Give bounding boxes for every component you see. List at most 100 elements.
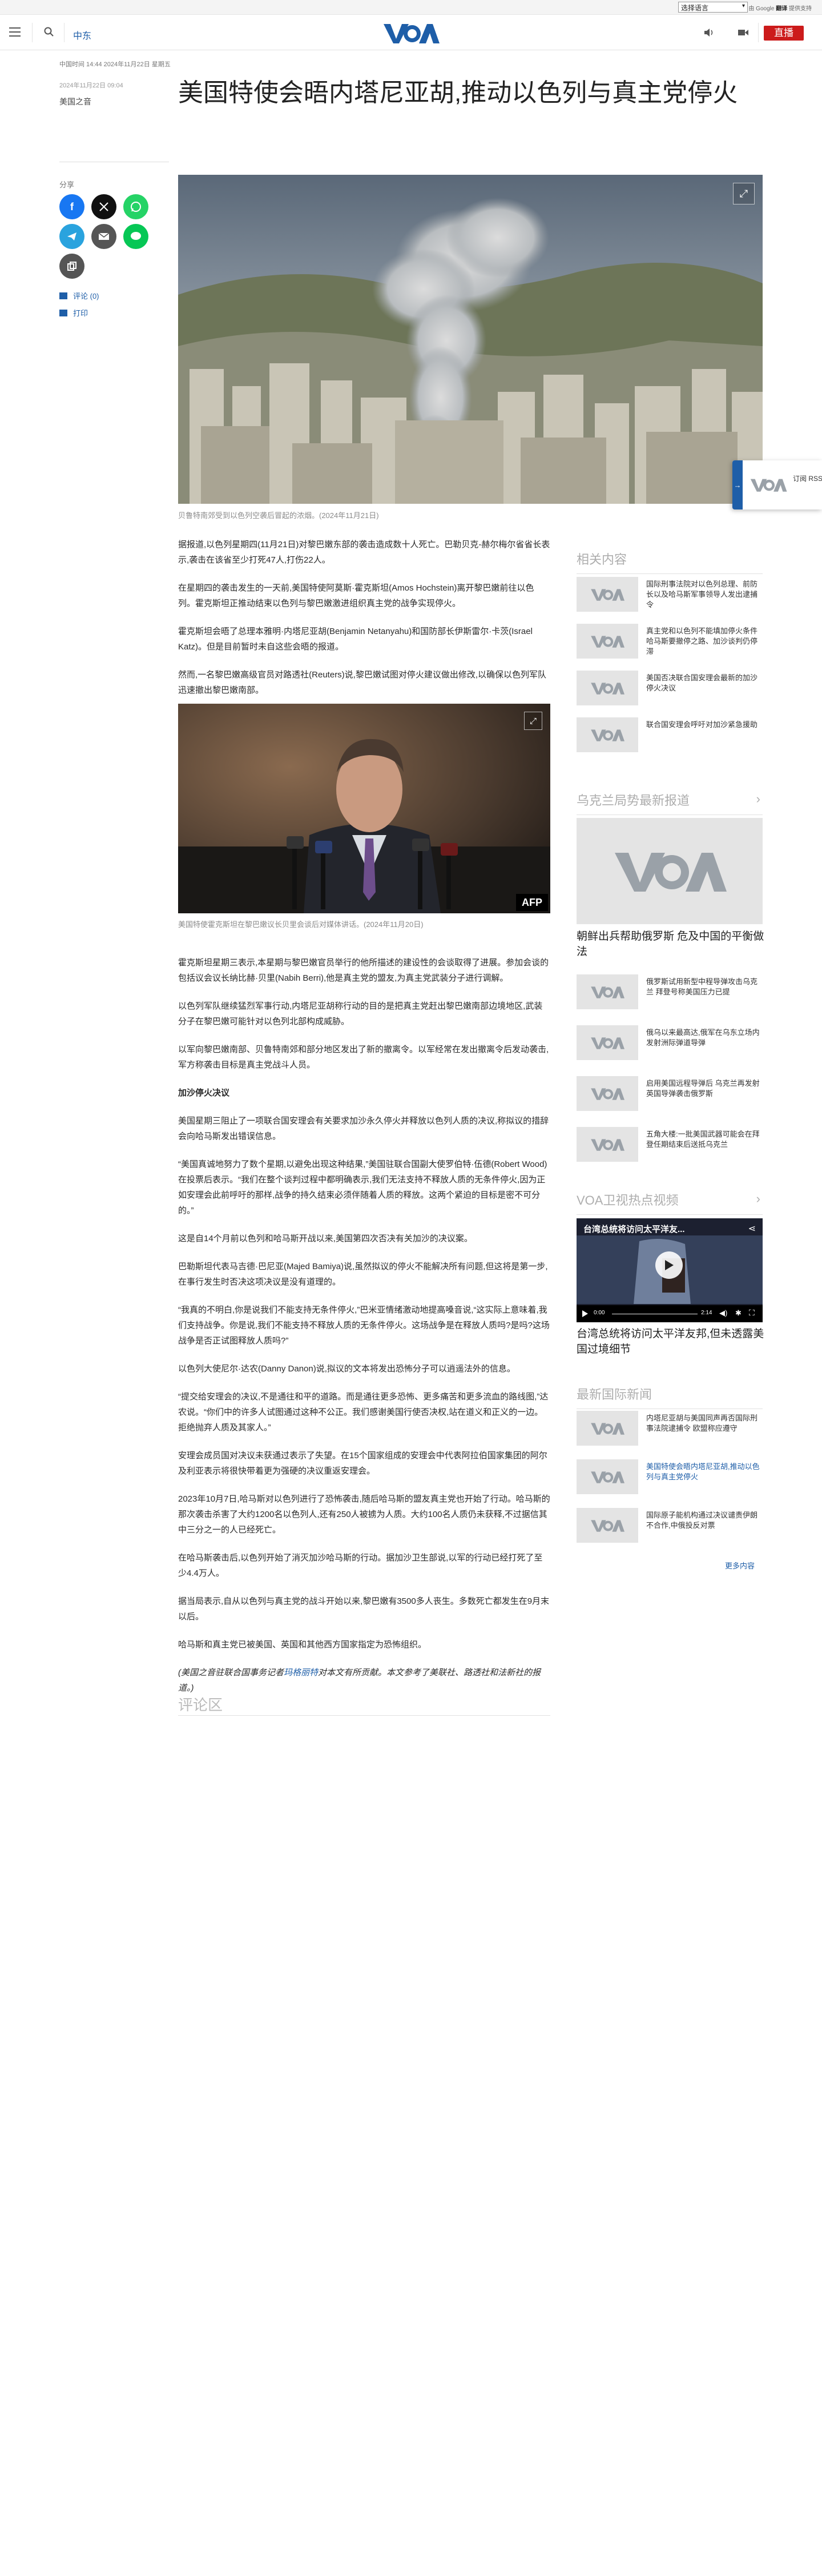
copy-link-button[interactable] (59, 254, 84, 279)
byline-author-link[interactable]: 玛格丽特 (284, 1668, 318, 1678)
paragraph: 然而,一名黎巴嫩高级官员对路透社(Reuters)说,黎巴嫩试图对停火建议做出修… (178, 670, 547, 695)
article-section-b: 霍克斯坦星期三表示,本星期与黎巴嫩官员举行的他所描述的建设性的会谈取得了进展。参… (178, 955, 550, 1073)
inline-photo[interactable]: AFP ⤢ (178, 704, 550, 913)
article-section-c: 美国星期三阻止了一项联合国安理会有关要求加沙永久停火并释放以色列人质的决议,称拟… (178, 1113, 550, 1652)
volume-icon[interactable]: ◀) (719, 1309, 727, 1318)
whatsapp-share-button[interactable] (123, 194, 148, 219)
related-item[interactable]: 美国否决联合国安理会最新的加沙停火决议 (577, 671, 763, 708)
email-share-button[interactable] (91, 224, 116, 249)
ukraine-item[interactable]: 启用美国远程导弹后 乌克兰再发射英国导弹袭击俄罗斯 (577, 1076, 763, 1114)
envoy-speaking-photo: AFP (178, 704, 550, 913)
ukraine-item[interactable]: 五角大楼:一批美国武器可能会在拜登任期结束后送抵乌克兰 (577, 1127, 763, 1165)
paragraph: 安理会成员国对决议未获通过表示了失望。在15个国家组成的安理会中代表阿拉伯国家集… (178, 1451, 547, 1476)
latest-item[interactable]: 国际原子能机构通过决议谴责伊朗不合作,中俄投反对票 (577, 1508, 763, 1546)
publish-date: 2024年11月22日 09:04 (59, 82, 123, 89)
voa-logo[interactable] (382, 22, 440, 45)
paragraph: 据当局表示,自从以色列与真主党的战斗开始以来,黎巴嫩有3500多人丧生。多数死亡… (178, 1596, 550, 1622)
translate-link[interactable]: 翻译 (776, 6, 787, 12)
voa-logo (591, 1138, 624, 1151)
updated-timestamp: 中国时间 14:44 2024年11月22日 星期五 (59, 61, 171, 68)
powered-suffix-text: 提供支持 (789, 6, 812, 12)
telegram-share-button[interactable] (59, 224, 84, 249)
latest-item-title: 内塔尼亚胡与美国同声再否国际刑事法院逮捕令 欧盟称应遵守 (646, 1414, 758, 1433)
ukraine-item[interactable]: 俄罗斯试用新型中程导弹攻击乌克兰 拜登号称美国压力已提 (577, 974, 763, 1012)
page-title: 美国特使会晤内塔尼亚胡,推动以色列与真主党停火 (178, 79, 738, 107)
live-button[interactable]: 直播 (764, 26, 804, 41)
line-icon (131, 232, 141, 240)
search-icon[interactable] (43, 26, 55, 38)
ukraine-item-title: 俄乌以来最高达,俄军在乌东立场内发射洲际弹道导弹 (646, 1028, 760, 1047)
section-link[interactable]: 中东 (73, 28, 91, 42)
thumbnail (577, 1411, 638, 1446)
expand-icon[interactable]: ⤢ (524, 712, 542, 730)
video-player[interactable]: 台湾总统将访问太平洋友... ⋖ 0:00 2:14 ◀) ✱ ⛶ (577, 1218, 763, 1322)
email-icon (98, 232, 110, 240)
paragraph: 以色列军队继续猛烈军事行动,内塔尼亚胡称行动的目的是把真主党赶出黎巴嫩南部边境地… (178, 1001, 543, 1026)
video-progress-bar[interactable] (612, 1313, 698, 1315)
play-icon[interactable] (655, 1251, 683, 1279)
hamburger-icon[interactable] (9, 27, 21, 37)
language-select[interactable]: 选择语言 ▾ (678, 2, 748, 13)
paragraph: 据报道,以色列星期四(11月21日)对黎巴嫩东部的袭击造成数十人死亡。巴勒贝克-… (178, 540, 550, 565)
ukraine-heading[interactable]: 乌克兰局势最新报道 › (577, 791, 763, 815)
chevron-right-icon: › (756, 1191, 760, 1206)
related-item[interactable]: 联合国安理会呼吁对加沙紧急援助 (577, 717, 763, 755)
ukraine-feature-thumbnail[interactable] (577, 818, 763, 924)
thumbnail (577, 1076, 638, 1111)
video-controls: 0:00 2:14 ◀) ✱ ⛶ (577, 1305, 763, 1322)
latest-item[interactable]: 美国特使会晤内塔尼亚胡,推动以色列与真主党停火 (577, 1459, 763, 1497)
related-item[interactable]: 真主党和以色列不能填加停火条件 哈马斯要撤停之路、加沙谈判仍停滞 (577, 624, 763, 661)
related-item[interactable]: 国际刑事法院对以色列总理、前防长以及哈马斯军事领导人发出逮捕令 (577, 577, 763, 615)
video-icon[interactable] (738, 27, 749, 38)
comments-link[interactable]: 评论 (0) (59, 290, 99, 301)
comments-link-label: 评论 (0) (73, 292, 99, 300)
hero-photo[interactable]: ⤢ (178, 175, 763, 504)
thumbnail (577, 671, 638, 705)
voa-logo (591, 1088, 624, 1100)
related-heading-label: 相关内容 (577, 552, 627, 567)
floating-tab-text: 订阅 RSS (793, 475, 822, 483)
more-link[interactable]: 更多内容 (725, 1560, 755, 1571)
related-item-title: 美国否决联合国安理会最新的加沙停火决议 (646, 673, 758, 692)
related-item-title: 联合国安理会呼吁对加沙紧急援助 (646, 720, 758, 729)
paragraph: 巴勒斯坦代表马吉德·巴尼亚(Majed Bamiya)说,虽然拟议的停火不能解决… (178, 1262, 548, 1287)
play-icon[interactable] (582, 1310, 588, 1317)
header-divider (64, 23, 65, 42)
fullscreen-icon[interactable]: ⛶ (749, 1308, 755, 1318)
facebook-share-button[interactable]: f (59, 194, 84, 219)
thumbnail (577, 974, 638, 1009)
x-share-button[interactable] (91, 194, 116, 219)
voa-logo (591, 1422, 624, 1435)
paragraph: 这是自14个月前以色列和哈马斯开战以来,美国第四次否决有关加沙的决议案。 (178, 1234, 473, 1243)
video-duration: 2:14 (701, 1310, 712, 1316)
header-divider (758, 23, 759, 42)
voa-logo (591, 635, 624, 648)
audio-icon[interactable] (703, 27, 715, 38)
video-caption[interactable]: 台湾总统将访问太平洋友邦,但未透露美国过境细节 (577, 1326, 765, 1357)
ukraine-item[interactable]: 俄乌以来最高达,俄军在乌东立场内发射洲际弹道导弹 (577, 1025, 763, 1063)
latest-item[interactable]: 内塔尼亚胡与美国同声再否国际刑事法院逮捕令 欧盟称应遵守 (577, 1411, 763, 1449)
voa-logo (591, 1519, 624, 1532)
article-byline: (美国之音驻联合国事务记者玛格丽特对本文有所贡献。本文参考了美联社、路透社和法新… (178, 1665, 550, 1696)
share-icon[interactable]: ⋖ (748, 1223, 756, 1234)
floating-subscribe-tab[interactable]: → 订阅 RSS (732, 460, 822, 509)
line-share-button[interactable] (123, 224, 148, 249)
article-section-a: 据报道,以色列星期四(11月21日)对黎巴嫩东部的袭击造成数十人死亡。巴勒贝克-… (178, 537, 550, 698)
paragraph: 2023年10月7日,哈马斯对以色列进行了恐怖袭击,随后哈马斯的盟友真主党也开始… (178, 1494, 550, 1535)
video-heading[interactable]: VOA卫视热点视频 › (577, 1190, 763, 1215)
article-category[interactable]: 美国之音 (59, 96, 91, 107)
chevron-down-icon: ▾ (742, 3, 745, 9)
arrow-right-icon[interactable]: → (732, 460, 743, 509)
print-link[interactable]: 打印 (59, 307, 88, 318)
google-translate-credit: 由 Google 翻译 提供支持 (748, 3, 812, 12)
expand-icon[interactable]: ⤢ (733, 183, 755, 204)
thumbnail (577, 1127, 638, 1162)
telegram-icon (67, 232, 76, 240)
ukraine-feature-title[interactable]: 朝鲜出兵帮助俄罗斯 危及中国的平衡做法 (577, 929, 765, 960)
settings-icon[interactable]: ✱ (735, 1309, 742, 1318)
ukraine-item-title: 俄罗斯试用新型中程导弹攻击乌克兰 拜登号称美国压力已提 (646, 977, 758, 996)
copy-icon (67, 262, 76, 271)
ukraine-item-title: 启用美国远程导弹后 乌克兰再发射英国导弹袭击俄罗斯 (646, 1079, 760, 1098)
print-link-label: 打印 (73, 309, 88, 318)
print-icon (59, 310, 67, 316)
